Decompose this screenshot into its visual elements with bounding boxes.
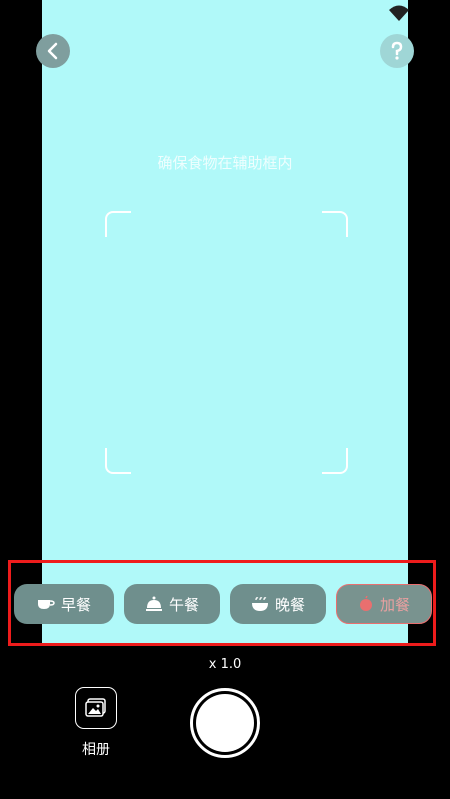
meal-button-snack[interactable]: 加餐: [336, 584, 432, 624]
chevron-left-icon: [47, 42, 58, 60]
meal-label: 午餐: [168, 595, 199, 614]
image-gallery-icon: [85, 698, 106, 717]
service-bell-icon: [145, 596, 162, 611]
rice-bowl-icon: [251, 597, 268, 611]
apple-icon: [359, 596, 372, 611]
question-mark-icon: [391, 41, 403, 60]
album-button[interactable]: [75, 687, 117, 729]
guide-frame-corner-bottom-right: [322, 448, 348, 474]
album-label: 相册: [82, 742, 110, 758]
wifi-icon: [388, 4, 410, 22]
guide-hint-text: 确保食物在辅助框内: [157, 154, 293, 172]
back-button[interactable]: [36, 34, 70, 68]
meal-button-dinner[interactable]: 晚餐: [230, 584, 326, 624]
help-button[interactable]: [380, 34, 414, 68]
meal-button-lunch[interactable]: 午餐: [124, 584, 220, 624]
coffee-cup-icon: [37, 600, 55, 609]
meal-label: 晚餐: [274, 595, 305, 614]
meal-label: 早餐: [60, 595, 91, 614]
guide-frame-corner-top-right: [322, 211, 348, 237]
shutter-button[interactable]: [190, 688, 260, 758]
meal-label: 加餐: [379, 595, 410, 614]
camera-viewfinder: [42, 0, 408, 645]
guide-frame-corner-top-left: [105, 211, 131, 237]
guide-frame-corner-bottom-left: [105, 448, 131, 474]
zoom-level[interactable]: x 1.0: [0, 657, 450, 672]
meal-button-breakfast[interactable]: 早餐: [14, 584, 114, 624]
shutter-button-inner: [196, 694, 254, 752]
meal-type-selector: 早餐 午餐 晚餐 加餐: [0, 560, 450, 646]
